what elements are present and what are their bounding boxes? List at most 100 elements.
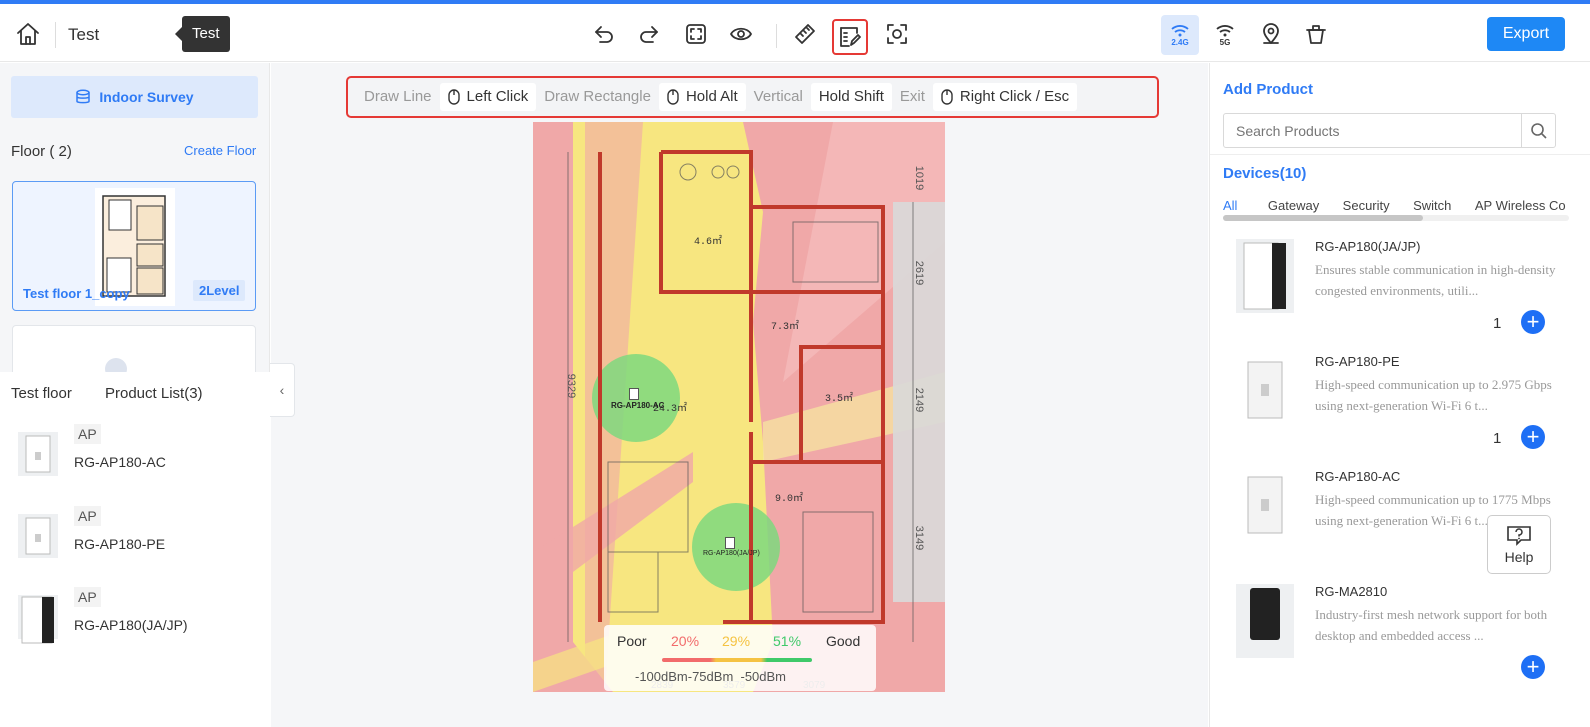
dimension-label: 2619 (913, 260, 926, 286)
tab-gateway[interactable]: Gateway (1268, 198, 1319, 213)
tab-test-floor[interactable]: Test floor (11, 385, 72, 402)
export-button[interactable]: Export (1487, 17, 1565, 51)
chevron-left-icon: ‹ (279, 382, 285, 398)
ap-marker-icon[interactable] (629, 388, 639, 400)
legend-gradient-bar (662, 658, 812, 662)
legend-pct-mid: 29% (722, 633, 751, 649)
room-area-label: 9.0㎡ (775, 494, 804, 505)
search-button[interactable] (1521, 113, 1556, 148)
product-type: AP (74, 424, 101, 444)
hint-text: Left Click (466, 88, 529, 105)
scrollbar-thumb[interactable] (1223, 215, 1423, 221)
device-description: Industry-first mesh network support for … (1315, 607, 1548, 643)
room-area-label: 4.6㎡ (694, 237, 723, 248)
tab-switch[interactable]: Switch (1413, 198, 1451, 213)
floor-card[interactable]: Test floor 1_copy 2Level (12, 181, 256, 311)
draw-wall-icon[interactable] (832, 19, 868, 55)
add-product-title: Add Product (1223, 81, 1313, 98)
tab-security[interactable]: Security (1343, 198, 1390, 213)
hint-key: Left Click (439, 83, 537, 111)
floor-name: Test floor 1_copy (23, 286, 130, 301)
redo-icon[interactable] (636, 21, 662, 47)
device-image (1236, 239, 1294, 313)
hint-text: Vertical (753, 88, 803, 105)
drawing-hint-bar: Draw Line Left Click Draw Rectangle Hold Al… (346, 76, 1159, 118)
device-quantity: 1 (1493, 315, 1502, 332)
fit-screen-icon[interactable] (683, 21, 709, 47)
search-input[interactable] (1223, 113, 1522, 148)
device-item[interactable]: RG-MA2810 Industry-first mesh network su… (1223, 584, 1563, 704)
undo-icon[interactable] (591, 21, 617, 47)
clear-icon[interactable] (1303, 21, 1329, 47)
database-icon (76, 89, 91, 104)
hint-key: Right Click / Esc (932, 83, 1078, 111)
device-name: RG-AP180(JA/JP) (1315, 239, 1421, 254)
device-image (1236, 469, 1294, 543)
room-area-label: 3.5㎡ (825, 394, 854, 405)
ap-image (18, 595, 58, 644)
legend-dbm-scale: -100dBm-75dBm -50dBm (635, 669, 787, 684)
product-type: AP (74, 506, 101, 526)
band-24g-label: 2.4G (1171, 37, 1189, 47)
device-name: RG-AP180-AC (1315, 469, 1401, 484)
hint-action: Vertical (746, 83, 811, 111)
hint-key: Hold Alt (658, 83, 746, 111)
collapse-panel-button[interactable]: ‹ (270, 363, 295, 417)
ap-marker-icon[interactable] (725, 537, 735, 549)
dimension-label: 9329 (565, 373, 578, 399)
tab-ap-wireless[interactable]: AP Wireless Co (1475, 198, 1566, 213)
device-item[interactable]: RG-AP180(JA/JP) Ensures stable communica… (1223, 239, 1563, 349)
device-image (1236, 584, 1294, 658)
help-chat-icon (1507, 526, 1531, 546)
band-5g-button[interactable]: 5G (1206, 15, 1244, 55)
home-icon[interactable] (14, 20, 42, 48)
room-area-label: 7.3㎡ (771, 322, 800, 333)
product-list-panel: Test floor Product List(3) AP RG-AP180-A… (0, 372, 270, 727)
help-button[interactable]: Help (1487, 515, 1551, 574)
project-title: Test (68, 25, 100, 44)
list-item[interactable]: AP RG-AP180-AC (18, 424, 258, 486)
indoor-survey-button[interactable]: Indoor Survey (11, 76, 258, 118)
ap-marker-label[interactable]: RG-AP180-AC (611, 401, 664, 410)
indoor-survey-label: Indoor Survey (99, 89, 194, 105)
floor-plan-heatmap[interactable]: 4.6㎡ 7.3㎡ 3.5㎡ 24.3㎡ 9.0㎡ 9329 1019 2619… (533, 122, 945, 692)
device-image (1236, 354, 1294, 428)
hint-action: Exit (892, 83, 933, 111)
device-item[interactable]: RG-AP180-PE High-speed communication up … (1223, 354, 1563, 464)
divider (1210, 154, 1590, 155)
product-name: RG-AP180-PE (74, 536, 166, 552)
header-divider (55, 22, 56, 48)
ruler-icon[interactable] (792, 21, 818, 47)
eye-icon[interactable] (728, 21, 754, 47)
product-name: RG-AP180(JA/JP) (74, 617, 188, 633)
mouse-icon (941, 89, 953, 105)
add-device-button[interactable]: + (1521, 425, 1545, 449)
device-quantity: 1 (1493, 430, 1502, 447)
category-scrollbar[interactable] (1223, 215, 1569, 221)
dimension-label: 1019 (913, 165, 926, 191)
wifi-icon (1216, 24, 1234, 36)
list-item[interactable]: AP RG-AP180-PE (18, 506, 258, 568)
hint-text: Draw Rectangle (544, 88, 651, 105)
list-item[interactable]: AP RG-AP180(JA/JP) (18, 587, 258, 649)
hint-text: Draw Line (364, 88, 432, 105)
device-description: High-speed communication up to 2.975 Gbp… (1315, 377, 1552, 413)
create-floor-link[interactable]: Create Floor (184, 143, 256, 158)
ap-marker-label[interactable]: RG-AP180(JA/JP) (703, 550, 760, 557)
add-device-button[interactable]: + (1521, 655, 1545, 679)
category-tabs: All Gateway Security Switch AP Wireless … (1223, 197, 1569, 217)
heatmap-svg (533, 122, 945, 692)
search-icon (1530, 122, 1547, 139)
band-24g-button[interactable]: 2.4G (1161, 15, 1199, 55)
tab-product-list[interactable]: Product List(3) (105, 385, 203, 402)
dimension-label: 3149 (913, 525, 926, 551)
scan-icon[interactable] (884, 21, 910, 47)
hint-action: Draw Rectangle (536, 83, 659, 111)
legend-good: Good (826, 633, 861, 649)
tab-all[interactable]: All (1223, 198, 1237, 213)
location-pin-icon[interactable] (1258, 21, 1284, 47)
toolbar-divider (776, 24, 777, 48)
hint-key: Hold Shift (810, 83, 892, 111)
dimension-label: 2149 (913, 387, 926, 413)
add-device-button[interactable]: + (1521, 310, 1545, 334)
